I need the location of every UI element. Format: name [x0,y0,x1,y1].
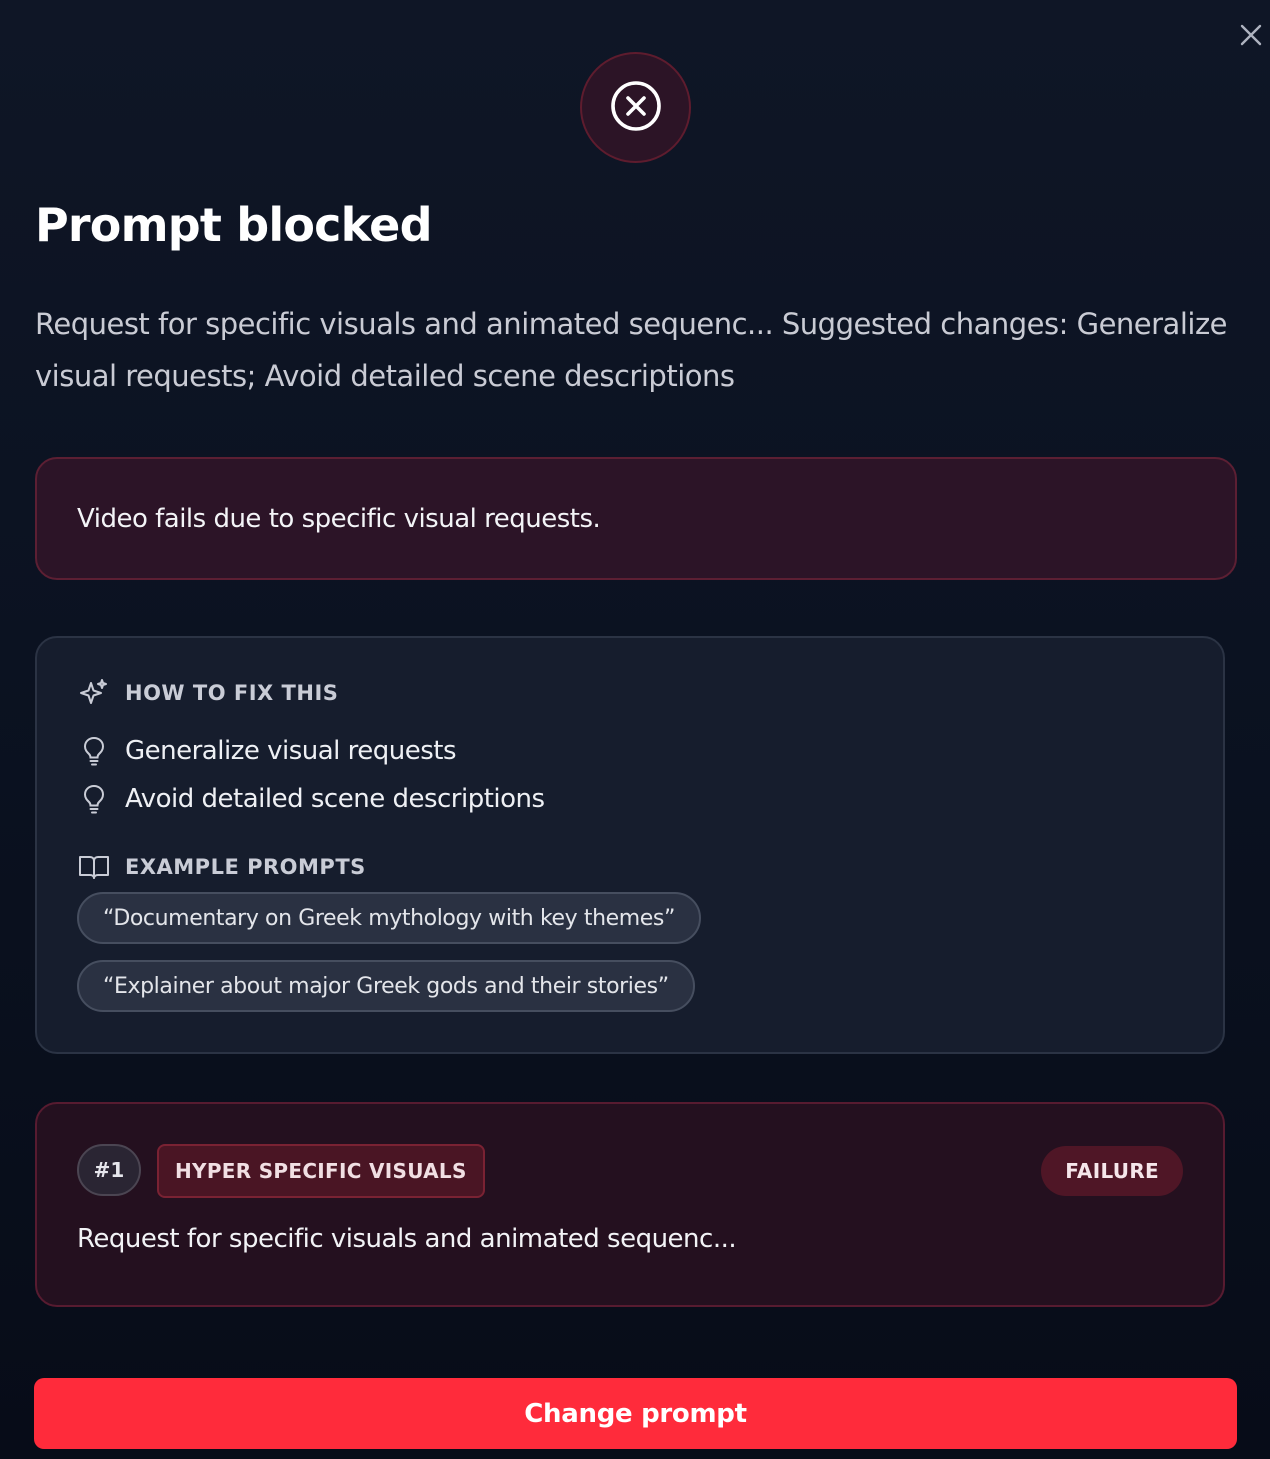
close-icon [1240,24,1262,50]
example-prompts-heading: EXAMPLE PROMPTS [77,850,366,884]
issue-number-badge: #1 [77,1144,141,1196]
fix-tip-item: Avoid detailed scene descriptions [77,782,545,816]
dialog-subtitle: Request for specific visuals and animate… [35,307,1228,393]
x-circle-icon [610,80,662,136]
fix-tip-item: Generalize visual requests [77,734,457,768]
book-open-icon [77,850,111,884]
lightbulb-icon [77,734,111,768]
issue-category-badge: HYPER SPECIFIC VISUALS [157,1144,485,1198]
issue-card: #1 HYPER SPECIFIC VISUALS FAILURE Reques… [35,1102,1225,1307]
close-button[interactable] [1236,22,1266,52]
example-prompt-chip[interactable]: “Explainer about major Greek gods and th… [77,960,695,1012]
dialog-title: Prompt blocked [35,198,433,252]
blocked-status-indicator [580,52,691,163]
issue-status-badge: FAILURE [1041,1146,1183,1196]
issue-description: Request for specific visuals and animate… [77,1224,737,1254]
how-to-fix-panel: HOW TO FIX THIS Generalize visual reques… [35,636,1225,1054]
how-to-fix-heading: HOW TO FIX THIS [77,676,338,710]
lightbulb-icon [77,782,111,816]
blocked-reason-text: Video fails due to specific visual reque… [77,503,601,534]
sparkles-icon [77,676,111,710]
how-to-fix-heading-label: HOW TO FIX THIS [125,681,339,705]
example-prompt-chip[interactable]: “Documentary on Greek mythology with key… [77,892,701,944]
fix-tip-text: Avoid detailed scene descriptions [125,784,545,814]
example-prompts-heading-label: EXAMPLE PROMPTS [125,855,366,879]
blocked-reason-panel: Video fails due to specific visual reque… [35,457,1237,580]
change-prompt-button[interactable]: Change prompt [34,1378,1237,1449]
fix-tip-text: Generalize visual requests [125,736,457,766]
